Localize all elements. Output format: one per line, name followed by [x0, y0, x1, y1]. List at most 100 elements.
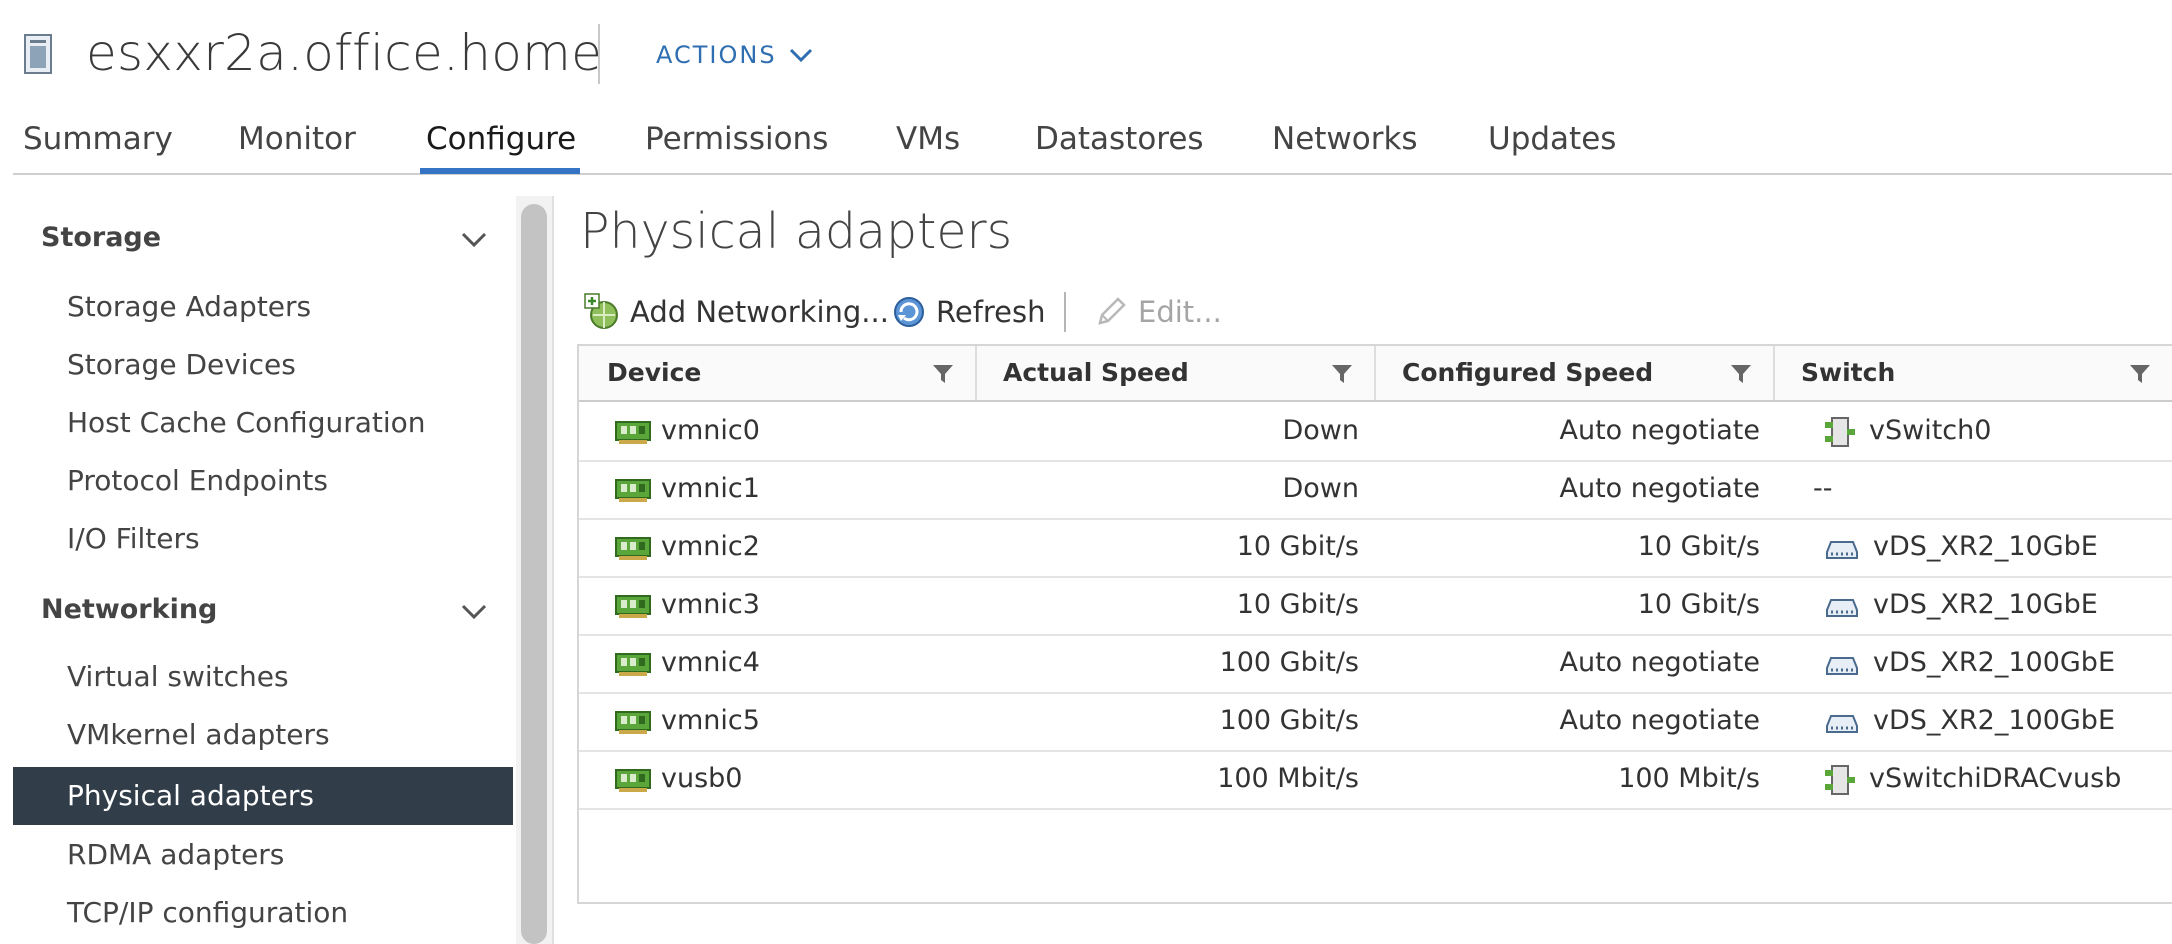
network-adapter-icon — [615, 595, 651, 618]
column-header-actual-speed[interactable]: Actual Speed — [1003, 346, 1189, 400]
sidebar-item-storage-devices[interactable]: Storage Devices — [13, 336, 513, 394]
tab-monitor[interactable]: Monitor — [238, 112, 356, 166]
sidebar-section-storage[interactable]: Storage — [41, 218, 161, 258]
tab-configure[interactable]: Configure — [426, 112, 576, 166]
network-adapter-icon — [615, 479, 651, 502]
network-adapter-icon — [615, 711, 651, 734]
distributed-switch-icon — [1826, 657, 1858, 675]
device-cell: vmnic2 — [661, 531, 760, 562]
sidebar-item-host-cache-configuration[interactable]: Host Cache Configuration — [13, 394, 513, 452]
tab-permissions[interactable]: Permissions — [645, 112, 828, 166]
sidebar-item-label: Storage Adapters — [67, 290, 312, 323]
chevron-down-icon — [789, 48, 812, 63]
chevron-down-icon[interactable] — [459, 230, 489, 250]
sidebar-item-label: RDMA adapters — [67, 838, 285, 871]
sidebar-item-storage-adapters[interactable]: Storage Adapters — [13, 278, 513, 336]
sidebar-item-label: Virtual switches — [67, 660, 289, 693]
switch-cell: vDS_XR2_100GbE — [1873, 705, 2115, 736]
add-networking-button[interactable]: Add Networking... — [584, 290, 889, 334]
filter-icon[interactable] — [2129, 364, 2151, 384]
configured-speed-cell: Auto negotiate — [1559, 705, 1760, 736]
actual-speed-cell: Down — [1282, 473, 1359, 504]
filter-icon[interactable] — [1331, 364, 1353, 384]
switch-cell: vDS_XR2_10GbE — [1873, 589, 2098, 620]
column-header-configured-speed[interactable]: Configured Speed — [1402, 346, 1653, 400]
device-cell: vusb0 — [661, 763, 743, 794]
host-icon — [24, 34, 52, 74]
tab-summary[interactable]: Summary — [23, 112, 173, 166]
refresh-label: Refresh — [936, 295, 1046, 329]
switch-cell: vSwitch0 — [1869, 415, 1992, 446]
object-tabs: Summary Monitor Configure Permissions VM… — [0, 112, 2172, 176]
actions-menu-button[interactable]: ACTIONS — [656, 40, 815, 70]
sidebar-item-label: I/O Filters — [67, 522, 200, 555]
network-adapter-icon — [615, 769, 651, 792]
column-divider[interactable] — [1773, 346, 1775, 400]
actual-speed-cell: 100 Mbit/s — [1217, 763, 1359, 794]
column-divider[interactable] — [975, 346, 977, 400]
chevron-down-icon[interactable] — [459, 602, 489, 622]
filter-icon[interactable] — [1730, 364, 1752, 384]
actual-speed-cell: 100 Gbit/s — [1219, 647, 1359, 678]
sidebar-item-io-filters[interactable]: I/O Filters — [13, 510, 513, 568]
toolbar-divider — [1064, 292, 1066, 332]
sidebar-item-label: VMkernel adapters — [67, 718, 330, 751]
table-row[interactable]: vmnic3 10 Gbit/s 10 Gbit/s vDS_XR2_10GbE — [579, 576, 2172, 636]
refresh-icon — [894, 297, 924, 327]
sidebar-item-vmkernel-adapters[interactable]: VMkernel adapters — [13, 706, 513, 764]
network-adapter-icon — [615, 537, 651, 560]
active-tab-indicator — [420, 168, 580, 174]
pencil-icon — [1098, 297, 1126, 325]
sidebar-item-label: Physical adapters — [67, 779, 314, 812]
table-row[interactable]: vmnic5 100 Gbit/s Auto negotiate vDS_XR2_10… — [579, 692, 2172, 752]
sidebar-scrollbar-thumb[interactable] — [521, 204, 547, 944]
tab-vms[interactable]: VMs — [896, 112, 960, 166]
sidebar-item-virtual-switches[interactable]: Virtual switches — [13, 648, 513, 706]
network-adapter-icon — [615, 653, 651, 676]
sidebar-item-protocol-endpoints[interactable]: Protocol Endpoints — [13, 452, 513, 510]
device-cell: vmnic1 — [661, 473, 760, 504]
distributed-switch-icon — [1826, 715, 1858, 733]
edit-label: Edit... — [1138, 295, 1222, 329]
sidebar-item-rdma-adapters[interactable]: RDMA adapters — [13, 826, 513, 884]
sidebar-item-label: Storage Devices — [67, 348, 296, 381]
network-adapter-icon — [615, 421, 651, 444]
tab-networks[interactable]: Networks — [1272, 112, 1418, 166]
table-row[interactable]: vmnic2 10 Gbit/s 10 Gbit/s vDS_XR2_10GbE — [579, 518, 2172, 578]
actual-speed-cell: 10 Gbit/s — [1236, 589, 1359, 620]
grid-header: Device Actual Speed Configured Speed Swi… — [579, 346, 2172, 402]
actions-label: ACTIONS — [656, 41, 777, 69]
configured-speed-cell: Auto negotiate — [1559, 415, 1760, 446]
standard-switch-icon — [1825, 765, 1855, 795]
column-header-switch[interactable]: Switch — [1801, 346, 1895, 400]
distributed-switch-icon — [1826, 599, 1858, 617]
configured-speed-cell: 10 Gbit/s — [1637, 589, 1760, 620]
column-divider[interactable] — [1374, 346, 1376, 400]
sidebar-section-networking[interactable]: Networking — [41, 590, 217, 630]
device-cell: vmnic3 — [661, 589, 760, 620]
physical-adapters-grid: Device Actual Speed Configured Speed Swi… — [577, 344, 2172, 904]
tab-datastores[interactable]: Datastores — [1035, 112, 1204, 166]
sidebar-item-tcpip-configuration[interactable]: TCP/IP configuration — [13, 884, 513, 942]
sidebar-item-label: TCP/IP configuration — [67, 896, 349, 929]
table-row[interactable]: vmnic4 100 Gbit/s Auto negotiate vDS_XR2_10… — [579, 634, 2172, 694]
device-cell: vmnic4 — [661, 647, 760, 678]
add-networking-label: Add Networking... — [630, 295, 889, 329]
device-cell: vmnic5 — [661, 705, 760, 736]
configured-speed-cell: 100 Mbit/s — [1618, 763, 1760, 794]
actual-speed-cell: 10 Gbit/s — [1236, 531, 1359, 562]
configured-speed-cell: Auto negotiate — [1559, 473, 1760, 504]
page-title: Physical adapters — [580, 203, 1013, 260]
tab-updates[interactable]: Updates — [1488, 112, 1616, 166]
filter-icon[interactable] — [932, 364, 954, 384]
host-name-title: esxxr2a.office.home — [86, 24, 603, 82]
table-row[interactable]: vmnic0 Down Auto negotiate vSwitch0 — [579, 402, 2172, 462]
configured-speed-cell: Auto negotiate — [1559, 647, 1760, 678]
table-row[interactable]: vusb0 100 Mbit/s 100 Mbit/s vSwitchiDRACvus… — [579, 750, 2172, 810]
edit-button[interactable]: Edit... — [1092, 290, 1222, 334]
refresh-button[interactable]: Refresh — [890, 290, 1046, 334]
sidebar-item-label: Protocol Endpoints — [67, 464, 328, 497]
sidebar-item-physical-adapters[interactable]: Physical adapters — [13, 767, 513, 825]
column-header-device[interactable]: Device — [607, 346, 701, 400]
table-row[interactable]: vmnic1 Down Auto negotiate -- — [579, 460, 2172, 520]
